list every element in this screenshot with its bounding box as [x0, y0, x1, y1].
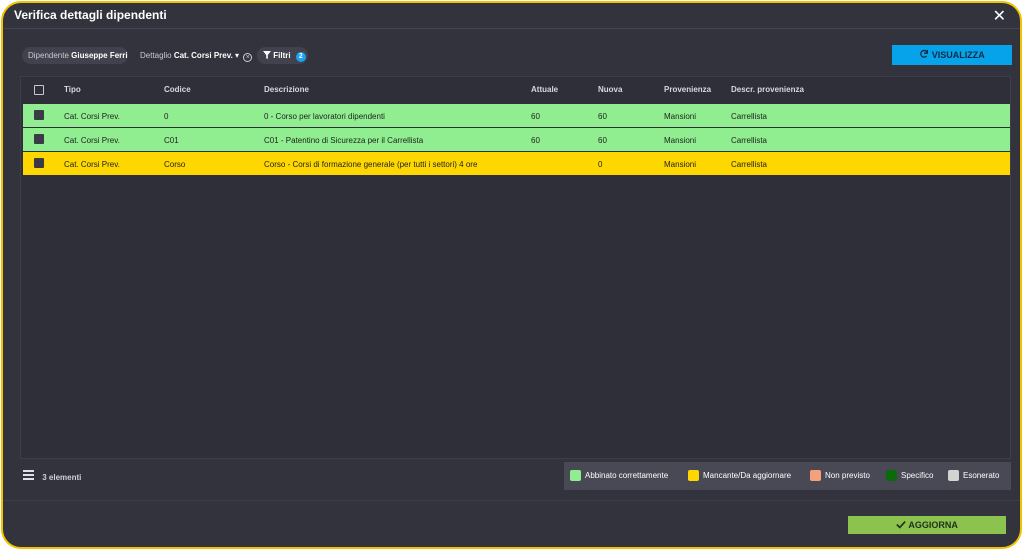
detail-filter-chip[interactable]: Dettaglio Cat. Corsi Prev. ▾ ×	[134, 47, 253, 64]
clear-icon[interactable]: ×	[243, 53, 253, 62]
table-header: Tipo Codice Descrizione Attuale Nuova Pr…	[21, 77, 1010, 103]
aggiorna-label: AGGIORNA	[908, 520, 958, 530]
cell-attuale: 60	[531, 112, 540, 121]
details-table: Tipo Codice Descrizione Attuale Nuova Pr…	[20, 76, 1011, 459]
table-row[interactable]: Cat. Corsi Prev. Corso Corso - Corsi di …	[23, 152, 1010, 175]
table-row[interactable]: Cat. Corsi Prev. C01 C01 - Patentino di …	[23, 128, 1010, 151]
column-header[interactable]: Nuova	[598, 85, 622, 94]
legend-swatch	[886, 470, 897, 481]
close-icon[interactable]: ✕	[993, 6, 1006, 26]
cell-descrizione: C01 - Patentino di Sicurezza per il Carr…	[264, 136, 424, 145]
legend-item: Specifico	[886, 470, 933, 481]
legend-item: Mancante/Da aggiornare	[688, 470, 791, 481]
cell-tipo: Cat. Corsi Prev.	[64, 112, 120, 121]
legend-label: Specifico	[901, 471, 934, 480]
column-header[interactable]: Attuale	[531, 85, 558, 94]
legend-swatch	[810, 470, 821, 481]
legend-label: Mancante/Da aggiornare	[703, 471, 792, 480]
row-checkbox[interactable]	[34, 134, 44, 144]
legend-label: Abbinato correttamente	[585, 471, 669, 480]
cell-tipo: Cat. Corsi Prev.	[64, 136, 120, 145]
column-header[interactable]: Descrizione	[264, 85, 309, 94]
legend-swatch	[570, 470, 581, 481]
cell-nuova: 0	[598, 160, 603, 169]
column-header[interactable]: Provenienza	[664, 85, 711, 94]
legend-item: Non previsto	[810, 470, 870, 481]
cell-attuale: 60	[531, 136, 540, 145]
column-header[interactable]: Descr. provenienza	[731, 85, 804, 94]
check-icon	[896, 520, 908, 530]
cell-codice: C01	[164, 136, 179, 145]
legend-swatch	[948, 470, 959, 481]
filters-button[interactable]: Filtri 2	[257, 47, 308, 64]
items-count: 3 elementi	[23, 470, 81, 482]
filters-count-badge: 2	[295, 52, 306, 62]
chevron-down-icon[interactable]: ▾	[235, 51, 239, 60]
cell-nuova: 60	[598, 112, 607, 121]
row-checkbox[interactable]	[34, 110, 44, 120]
dialog-title: Verifica dettagli dipendenti	[14, 8, 167, 22]
select-all-checkbox[interactable]	[34, 85, 44, 95]
cell-descrizione: 0 - Corso per lavoratori dipendenti	[264, 112, 385, 121]
cell-codice: 0	[164, 112, 169, 121]
cell-descrizione: Corso - Corsi di formazione generale (pe…	[264, 160, 478, 169]
filter-icon	[263, 48, 271, 65]
detail-filter-value: Cat. Corsi Prev.	[173, 51, 233, 60]
legend-label: Non previsto	[825, 471, 870, 480]
employee-filter-chip[interactable]: Dipendente Giuseppe Ferri	[22, 47, 128, 64]
legend-item: Esonerato	[948, 470, 999, 481]
menu-icon[interactable]	[23, 470, 34, 482]
items-count-label: 3 elementi	[42, 473, 82, 482]
cell-provenienza: Mansioni	[664, 112, 697, 121]
title-bar: Verifica dettagli dipendenti ✕	[3, 3, 1020, 29]
refresh-icon	[919, 49, 932, 60]
filters-label: Filtri	[273, 51, 291, 60]
employee-filter-value: Giuseppe Ferri	[71, 51, 128, 60]
cell-codice: Corso	[164, 160, 186, 169]
aggiorna-button[interactable]: AGGIORNA	[848, 516, 1006, 534]
footer-divider	[3, 500, 1020, 501]
table-row[interactable]: Cat. Corsi Prev. 0 0 - Corso per lavorat…	[23, 104, 1010, 127]
legend-item: Abbinato correttamente	[570, 470, 668, 481]
cell-descr-provenienza: Carrellista	[731, 160, 768, 169]
status-legend: Abbinato correttamente Mancante/Da aggio…	[564, 462, 1011, 490]
legend-label: Esonerato	[963, 471, 1000, 480]
employee-filter-label: Dipendente	[28, 51, 69, 60]
cell-provenienza: Mansioni	[664, 136, 697, 145]
row-checkbox[interactable]	[34, 158, 44, 168]
cell-descr-provenienza: Carrellista	[731, 112, 768, 121]
cell-provenienza: Mansioni	[664, 160, 697, 169]
legend-swatch	[688, 470, 699, 481]
visualizza-label: VISUALIZZA	[931, 50, 985, 60]
cell-descr-provenienza: Carrellista	[731, 136, 768, 145]
visualizza-button[interactable]: VISUALIZZA	[892, 45, 1012, 65]
column-header[interactable]: Tipo	[64, 85, 81, 94]
cell-nuova: 60	[598, 136, 607, 145]
detail-filter-label: Dettaglio	[140, 51, 172, 60]
dialog: Verifica dettagli dipendenti ✕ Dipendent…	[1, 1, 1022, 549]
column-header[interactable]: Codice	[164, 85, 191, 94]
cell-tipo: Cat. Corsi Prev.	[64, 160, 120, 169]
